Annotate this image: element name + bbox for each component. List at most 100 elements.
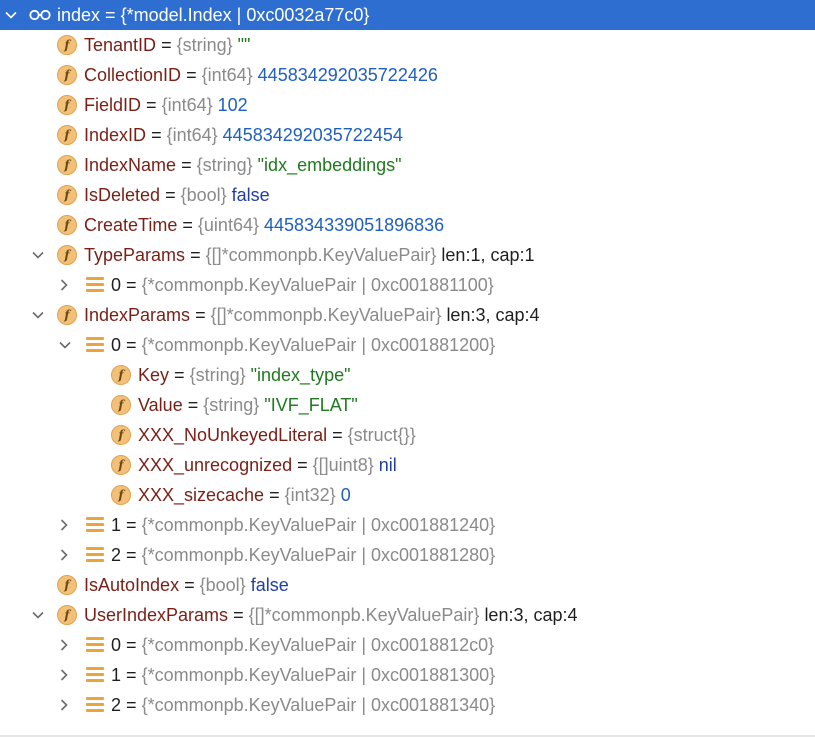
variable-type: {*commonpb.KeyValuePair | 0xc001881240} [141,515,496,535]
field-icon: f [57,575,77,595]
variable-name: index [57,5,101,25]
variable-type: {*commonpb.KeyValuePair | 0xc001881200} [141,335,496,355]
row-text: IndexName = {string} "idx_embeddings" [84,150,402,180]
field-icon: f [57,185,77,205]
equals-sign: = [187,395,199,415]
row-text: IndexParams = {[]*commonpb.KeyValuePair}… [84,300,540,330]
variable-type: {struct{}} [347,425,416,445]
tree-row-userindexparams-1[interactable]: 1 = {*commonpb.KeyValuePair | 0xc0018813… [0,660,815,690]
row-text: 2 = {*commonpb.KeyValuePair | 0xc0018812… [111,540,495,570]
equals-sign: = [126,695,137,715]
tree-row-indexparams-0[interactable]: 0 = {*commonpb.KeyValuePair | 0xc0018812… [0,330,815,360]
variable-type: {string} [196,155,253,175]
row-text: Value = {string} "IVF_FLAT" [138,390,358,420]
tree-row-key[interactable]: f Key = {string} "index_type" [0,360,815,390]
equals-sign: = [269,485,280,505]
equals-sign: = [126,635,137,655]
list-icon [86,697,104,713]
row-text: Key = {string} "index_type" [138,360,350,390]
chevron-right-icon[interactable] [56,540,72,570]
variable-type: {*commonpb.KeyValuePair | 0xc001881100} [141,275,494,295]
variable-type: {string} [176,35,233,55]
row-text: XXX_unrecognized = {[]uint8} nil [138,450,397,480]
tree-row-index[interactable]: index = {*model.Index | 0xc0032a77c0} [0,0,815,30]
tree-row-isdeleted[interactable]: f IsDeleted = {bool} false [0,180,815,210]
variable-type: {*commonpb.KeyValuePair | 0xc001881340} [141,695,496,715]
variable-type: {int32} [284,485,336,505]
chevron-right-icon[interactable] [56,630,72,660]
equals-sign: = [332,425,343,445]
chevron-right-icon[interactable] [56,270,72,300]
tree-row-fieldid[interactable]: f FieldID = {int64} 102 [0,90,815,120]
variable-value: 102 [217,95,248,115]
row-text: TypeParams = {[]*commonpb.KeyValuePair} … [84,240,535,270]
tree-row-indexname[interactable]: f IndexName = {string} "idx_embeddings" [0,150,815,180]
list-icon [86,667,104,683]
chevron-down-icon[interactable] [57,330,73,360]
tree-row-xxx-sizecache[interactable]: f XXX_sizecache = {int32} 0 [0,480,815,510]
equals-sign: = [174,365,185,385]
chevron-down-icon[interactable] [3,0,19,30]
chevron-down-icon[interactable] [30,240,46,270]
row-text: 0 = {*commonpb.KeyValuePair | 0xc0018812… [111,630,494,660]
field-icon: f [57,95,77,115]
tree-row-userindexparams[interactable]: f UserIndexParams = {[]*commonpb.KeyValu… [0,600,815,630]
len-cap: len:1, cap:1 [441,245,535,265]
field-icon: f [111,455,131,475]
row-text: IsAutoIndex = {bool} false [84,570,289,600]
row-text: IsDeleted = {bool} false [84,180,270,210]
tree-row-collectionid[interactable]: f CollectionID = {int64} 445834292035722… [0,60,815,90]
field-icon: f [57,125,77,145]
row-text: TenantID = {string} "" [84,30,250,60]
tree-row-indexparams[interactable]: f IndexParams = {[]*commonpb.KeyValuePai… [0,300,815,330]
equals-sign: = [186,65,197,85]
tree-row-xxx-unrecognized[interactable]: f XXX_unrecognized = {[]uint8} nil [0,450,815,480]
tree-row-indexparams-1[interactable]: 1 = {*commonpb.KeyValuePair | 0xc0018812… [0,510,815,540]
equals-sign: = [126,275,137,295]
variable-name: 2 [111,545,122,565]
tree-row-indexparams-2[interactable]: 2 = {*commonpb.KeyValuePair | 0xc0018812… [0,540,815,570]
variable-name: XXX_sizecache [138,485,265,505]
variable-name: 0 [111,335,122,355]
row-text: 1 = {*commonpb.KeyValuePair | 0xc0018812… [111,510,495,540]
chevron-right-icon[interactable] [56,690,72,720]
variable-type: {string} [203,395,260,415]
tree-row-typeparams-0[interactable]: 0 = {*commonpb.KeyValuePair | 0xc0018811… [0,270,815,300]
chevron-down-icon[interactable] [30,600,46,630]
equals-sign: = [126,665,137,685]
tree-row-isautoindex[interactable]: f IsAutoIndex = {bool} false [0,570,815,600]
equals-sign: = [151,125,162,145]
list-icon [86,337,104,353]
chevron-down-icon[interactable] [30,300,46,330]
field-icon: f [57,215,77,235]
list-icon [86,277,104,293]
variable-type: {[]*commonpb.KeyValuePair} [210,305,442,325]
tree-row-xxx-nounkeyedliteral[interactable]: f XXX_NoUnkeyedLiteral = {struct{}} [0,420,815,450]
equals-sign: = [195,305,206,325]
variable-type: {*model.Index | 0xc0032a77c0} [120,5,370,25]
chevron-right-icon[interactable] [56,510,72,540]
variable-type: {[]*commonpb.KeyValuePair} [248,605,480,625]
equals-sign: = [233,605,244,625]
variable-type: {bool} [199,575,246,595]
chevron-right-icon[interactable] [56,660,72,690]
tree-row-typeparams[interactable]: f TypeParams = {[]*commonpb.KeyValuePair… [0,240,815,270]
equals-sign: = [126,335,137,355]
field-icon: f [57,605,77,625]
variable-type: {int64} [166,125,218,145]
tree-row-indexid[interactable]: f IndexID = {int64} 445834292035722454 [0,120,815,150]
tree-row-userindexparams-0[interactable]: 0 = {*commonpb.KeyValuePair | 0xc0018812… [0,630,815,660]
tree-row-tenantid[interactable]: f TenantID = {string} "" [0,30,815,60]
field-icon: f [111,485,131,505]
equals-sign: = [165,185,176,205]
tree-row-value[interactable]: f Value = {string} "IVF_FLAT" [0,390,815,420]
field-icon: f [57,245,77,265]
variable-value: "index_type" [250,365,351,385]
equals-sign: = [161,35,172,55]
row-text: CollectionID = {int64} 44583429203572242… [84,60,438,90]
variable-value: 445834339051896836 [264,215,445,235]
tree-row-createtime[interactable]: f CreateTime = {uint64} 4458343390518968… [0,210,815,240]
row-text: UserIndexParams = {[]*commonpb.KeyValueP… [84,600,578,630]
field-icon: f [111,395,131,415]
tree-row-userindexparams-2[interactable]: 2 = {*commonpb.KeyValuePair | 0xc0018813… [0,690,815,720]
